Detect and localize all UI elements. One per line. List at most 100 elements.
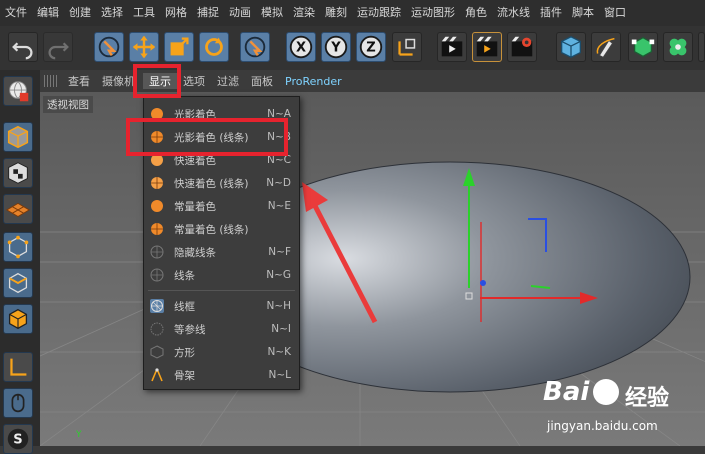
viewmenu-filter[interactable]: 过滤 xyxy=(211,73,245,89)
annotation-box-display-menu xyxy=(133,64,181,98)
menu-motion-tracker[interactable]: 运动跟踪 xyxy=(352,0,406,26)
menu-item-shortcut: N~E xyxy=(267,200,291,212)
polygons-cube-icon xyxy=(8,308,28,330)
menu-item-shortcut: N~D xyxy=(266,177,291,189)
watermark-brand: Bai xyxy=(543,377,590,407)
render-picture-viewer-button[interactable] xyxy=(472,32,502,62)
world-axis-y-label: Y xyxy=(76,430,82,440)
menu-item-label: 隐藏线条 xyxy=(174,246,216,259)
pen-spline-button[interactable] xyxy=(591,32,621,62)
x-axis-lock-button[interactable]: X xyxy=(286,32,316,62)
menu-snap[interactable]: 捕捉 xyxy=(192,0,224,26)
render-settings-button[interactable] xyxy=(507,32,537,62)
svg-text:X: X xyxy=(296,41,306,56)
menu-mesh[interactable]: 网格 xyxy=(160,0,192,26)
z-axis-dot xyxy=(480,280,486,286)
model-cube-icon xyxy=(7,125,29,149)
rotate-icon xyxy=(205,37,223,56)
viewmenu-panel[interactable]: 面板 xyxy=(245,73,279,89)
toolbar-overflow xyxy=(698,32,705,62)
menu-plugins[interactable]: 插件 xyxy=(535,0,567,26)
menu-item-label: 线条 xyxy=(174,269,195,282)
texture-mode-button[interactable] xyxy=(3,158,33,188)
menu-item-isoparms[interactable]: 等参线 N~I xyxy=(144,318,299,340)
coordinate-system-icon xyxy=(398,38,416,56)
menu-create[interactable]: 创建 xyxy=(64,0,96,26)
watermark-url: jingyan.baidu.com xyxy=(547,419,658,433)
baidu-paw-icon xyxy=(593,379,619,405)
menu-item-shortcut: N~I xyxy=(271,323,291,335)
menu-item-hidden-line[interactable]: 隐藏线条 N~F xyxy=(144,241,299,263)
menu-pipeline[interactable]: 流水线 xyxy=(492,0,535,26)
menu-item-label: 常量着色 (线条) xyxy=(174,223,249,236)
workplane-mode-button[interactable] xyxy=(3,194,33,224)
cloner-icon xyxy=(669,38,687,56)
axis-icon xyxy=(10,358,27,376)
move-icon xyxy=(132,35,156,59)
menu-item-label: 线框 xyxy=(174,300,195,313)
points-cube-icon xyxy=(7,235,29,259)
menu-item-quick-shading-lines[interactable]: 快速着色 (线条) N~D xyxy=(144,172,299,194)
viewmenu-prorender[interactable]: ProRender xyxy=(279,75,348,88)
rotate-tool-button[interactable] xyxy=(199,32,229,62)
menu-tools[interactable]: 工具 xyxy=(128,0,160,26)
move-tool-button[interactable] xyxy=(129,32,159,62)
baidu-watermark: Bai 经验 jingyan.baidu.com xyxy=(543,377,703,443)
menu-item-shortcut: N~K xyxy=(267,346,291,358)
menu-character[interactable]: 角色 xyxy=(460,0,492,26)
axis-mode-button[interactable] xyxy=(3,352,33,382)
y-axis-lock-button[interactable]: Y xyxy=(321,32,351,62)
menu-animate[interactable]: 动画 xyxy=(224,0,256,26)
mouse-icon xyxy=(11,393,25,413)
menu-item-wireframe[interactable]: 线框 N~H xyxy=(144,295,299,317)
menu-item-label: 方形 xyxy=(174,346,195,359)
cube-object-button[interactable] xyxy=(556,32,586,62)
svg-text:S: S xyxy=(13,433,22,448)
menu-mograph[interactable]: 运动图形 xyxy=(406,0,460,26)
menu-item-constant-shading[interactable]: 常量着色 N~E xyxy=(144,195,299,217)
menu-script[interactable]: 脚本 xyxy=(567,0,599,26)
points-mode-button[interactable] xyxy=(3,232,33,262)
menu-item-skeleton[interactable]: 骨架 N~L xyxy=(144,364,299,386)
live-select-icon xyxy=(98,36,120,58)
menu-item-constant-shading-lines[interactable]: 常量着色 (线条) xyxy=(144,218,299,240)
pen-icon xyxy=(596,37,615,58)
menu-file[interactable]: 文件 xyxy=(0,0,32,26)
live-selection-button[interactable] xyxy=(94,32,124,62)
undo-button[interactable] xyxy=(8,32,38,62)
scale-icon xyxy=(170,37,189,56)
subdivision-surface-button[interactable] xyxy=(628,32,658,62)
snap-button[interactable]: S xyxy=(3,424,33,454)
edges-mode-button[interactable] xyxy=(3,268,33,298)
tweak-mode-button[interactable] xyxy=(3,388,33,418)
menu-edit[interactable]: 编辑 xyxy=(32,0,64,26)
coordinate-system-button[interactable] xyxy=(392,32,422,62)
polygons-mode-button[interactable] xyxy=(3,304,33,334)
quick-shaded-lines-icon xyxy=(151,177,163,189)
hidden-lines-icon xyxy=(150,245,164,259)
menu-item-label: 等参线 xyxy=(174,323,206,336)
main-toolbar: X Y Z xyxy=(0,26,705,71)
cloner-button[interactable] xyxy=(663,32,693,62)
menu-item-lines[interactable]: 线条 N~G xyxy=(144,264,299,286)
grip-icon xyxy=(44,75,58,87)
menu-simulate[interactable]: 模拟 xyxy=(256,0,288,26)
menu-item-box[interactable]: 方形 N~K xyxy=(144,341,299,363)
render-settings-icon xyxy=(511,36,533,57)
menu-render[interactable]: 渲染 xyxy=(288,0,320,26)
viewmenu-view[interactable]: 查看 xyxy=(62,73,96,89)
scale-tool-button[interactable] xyxy=(164,32,194,62)
picture-viewer-icon xyxy=(476,36,498,57)
recent-tool-button[interactable] xyxy=(240,32,270,62)
make-editable-button[interactable] xyxy=(3,76,33,106)
z-axis-lock-button[interactable]: Z xyxy=(356,32,386,62)
model-mode-button[interactable] xyxy=(3,122,33,152)
menu-select[interactable]: 选择 xyxy=(96,0,128,26)
viewmenu-options[interactable]: 选项 xyxy=(177,73,211,89)
menu-sculpt[interactable]: 雕刻 xyxy=(320,0,352,26)
redo-button[interactable] xyxy=(43,32,73,62)
render-view-button[interactable] xyxy=(437,32,467,62)
snap-s-icon: S xyxy=(7,428,29,450)
menu-window[interactable]: 窗口 xyxy=(599,0,631,26)
selection-arrow-icon xyxy=(244,36,266,58)
